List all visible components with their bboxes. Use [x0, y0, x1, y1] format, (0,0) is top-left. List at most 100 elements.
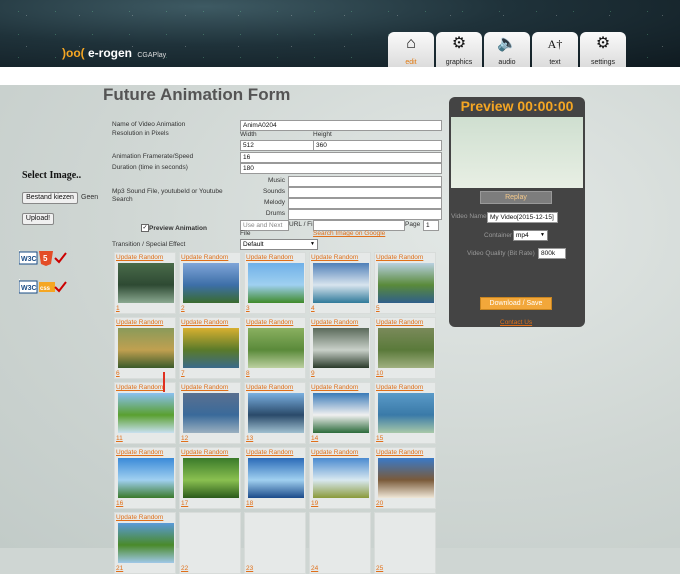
update-random-link[interactable]: Update Random	[376, 449, 423, 456]
cell-number-link[interactable]: 5	[376, 305, 380, 312]
cell-number-link[interactable]: 4	[311, 305, 315, 312]
mp3-label: Mp3 Sound File, youtubeId or Youtube Sea…	[112, 188, 223, 203]
contact-link[interactable]: Contact Us	[500, 319, 532, 326]
cell-number-link[interactable]: 25	[376, 565, 383, 572]
tab-edit[interactable]: ⌂ edit	[388, 32, 434, 67]
cell-number-link[interactable]: 22	[181, 565, 188, 572]
update-random-link[interactable]: Update Random	[246, 319, 293, 326]
cell-number-link[interactable]: 23	[246, 565, 253, 572]
update-random-link[interactable]: Update Random	[246, 254, 293, 261]
update-random-link[interactable]: Update Random	[181, 449, 228, 456]
cell-number-link[interactable]: 13	[246, 435, 253, 442]
update-random-link[interactable]: Update Random	[116, 449, 163, 456]
upload-button[interactable]: Upload!	[22, 213, 54, 225]
brand-logo[interactable]: )oo( e-rogen CGAPlay	[62, 46, 166, 60]
cell-number-link[interactable]: 19	[311, 500, 318, 507]
landscape-thumbnail[interactable]	[118, 263, 174, 303]
cell-number-link[interactable]: 7	[181, 370, 185, 377]
cell-number-link[interactable]: 8	[246, 370, 250, 377]
page-input[interactable]: 1	[423, 220, 439, 231]
replay-button[interactable]: Replay	[480, 191, 552, 204]
update-random-link[interactable]: Update Random	[116, 254, 163, 261]
width-input[interactable]: 512	[240, 140, 314, 151]
landscape-thumbnail[interactable]	[248, 328, 304, 368]
choose-file-button[interactable]: Bestand kiezen	[22, 192, 78, 204]
landscape-thumbnail[interactable]	[248, 393, 304, 433]
landscape-thumbnail[interactable]	[118, 458, 174, 498]
resolution-label: Resolution in Pixels	[112, 130, 169, 137]
update-random-link[interactable]: Update Random	[116, 319, 163, 326]
cell-number-link[interactable]: 11	[116, 435, 123, 442]
landscape-thumbnail[interactable]	[118, 328, 174, 368]
drums-label: Drums	[265, 210, 285, 217]
preview-checkbox[interactable]: ✓	[141, 224, 149, 232]
update-random-link[interactable]: Update Random	[116, 384, 163, 391]
transition-select[interactable]: Default	[240, 239, 318, 250]
update-random-link[interactable]: Update Random	[181, 254, 228, 261]
tab-graphics[interactable]: ⚙ graphics	[436, 32, 482, 67]
download-save-button[interactable]: Download / Save	[480, 297, 552, 310]
w3c-css-badge[interactable]: W3C css W3C CSS	[18, 279, 67, 295]
search-google-link[interactable]: Search Image on Google	[313, 230, 385, 237]
update-random-link[interactable]: Update Random	[311, 319, 358, 326]
cell-number-link[interactable]: 24	[311, 565, 318, 572]
name-input[interactable]: AnimA0204	[240, 120, 442, 131]
cell-number-link[interactable]: 2	[181, 305, 185, 312]
update-random-link[interactable]: Update Random	[246, 449, 293, 456]
drums-input[interactable]	[288, 209, 442, 220]
landscape-thumbnail[interactable]	[378, 263, 434, 303]
cell-number-link[interactable]: 15	[376, 435, 383, 442]
landscape-thumbnail[interactable]	[248, 458, 304, 498]
sounds-input[interactable]	[288, 187, 442, 198]
framerate-input[interactable]: 16	[240, 152, 442, 163]
cell-number-link[interactable]: 9	[311, 370, 315, 377]
update-random-link[interactable]: Update Random	[376, 254, 423, 261]
tab-text[interactable]: A† text	[532, 32, 578, 67]
music-input[interactable]	[288, 176, 442, 187]
landscape-thumbnail[interactable]	[118, 393, 174, 433]
landscape-thumbnail[interactable]	[378, 328, 434, 368]
w3c-html5-badge[interactable]: W3C 5 W3C HTML5	[18, 250, 67, 266]
height-input[interactable]: 360	[313, 140, 442, 151]
cell-number-link[interactable]: 21	[116, 565, 123, 572]
tab-audio[interactable]: 🔈 audio	[484, 32, 530, 67]
landscape-thumbnail[interactable]	[248, 263, 304, 303]
quality-input[interactable]: 800k	[538, 248, 566, 259]
landscape-thumbnail[interactable]	[378, 393, 434, 433]
update-random-link[interactable]: Update Random	[376, 384, 423, 391]
svg-text:css: css	[40, 286, 51, 292]
landscape-thumbnail[interactable]	[378, 458, 434, 498]
landscape-thumbnail[interactable]	[183, 458, 239, 498]
cell-number-link[interactable]: 16	[116, 500, 123, 507]
cell-number-link[interactable]: 14	[311, 435, 318, 442]
landscape-thumbnail[interactable]	[313, 328, 369, 368]
update-random-link[interactable]: Update Random	[246, 384, 293, 391]
cell-number-link[interactable]: 12	[181, 435, 188, 442]
cell-number-link[interactable]: 17	[181, 500, 188, 507]
melody-input[interactable]	[288, 198, 442, 209]
cell-number-link[interactable]: 18	[246, 500, 253, 507]
landscape-thumbnail[interactable]	[313, 263, 369, 303]
cell-number-link[interactable]: 6	[116, 370, 120, 377]
landscape-thumbnail[interactable]	[118, 523, 174, 563]
update-random-link[interactable]: Update Random	[311, 254, 358, 261]
tab-settings[interactable]: ⚙ settings	[580, 32, 626, 67]
cell-number-link[interactable]: 1	[116, 305, 120, 312]
container-select[interactable]: mp4	[513, 230, 548, 241]
landscape-thumbnail[interactable]	[183, 263, 239, 303]
landscape-thumbnail[interactable]	[183, 328, 239, 368]
update-random-link[interactable]: Update Random	[311, 384, 358, 391]
update-random-link[interactable]: Update Random	[311, 449, 358, 456]
landscape-thumbnail[interactable]	[313, 393, 369, 433]
landscape-thumbnail[interactable]	[313, 458, 369, 498]
video-name-input[interactable]: My Video[2015-12-15]	[487, 212, 558, 223]
landscape-thumbnail[interactable]	[183, 393, 239, 433]
cell-number-link[interactable]: 20	[376, 500, 383, 507]
update-random-link[interactable]: Update Random	[116, 514, 163, 521]
cell-number-link[interactable]: 10	[376, 370, 383, 377]
update-random-link[interactable]: Update Random	[376, 319, 423, 326]
duration-input[interactable]: 180	[240, 163, 442, 174]
update-random-link[interactable]: Update Random	[181, 319, 228, 326]
cell-number-link[interactable]: 3	[246, 305, 250, 312]
update-random-link[interactable]: Update Random	[181, 384, 228, 391]
